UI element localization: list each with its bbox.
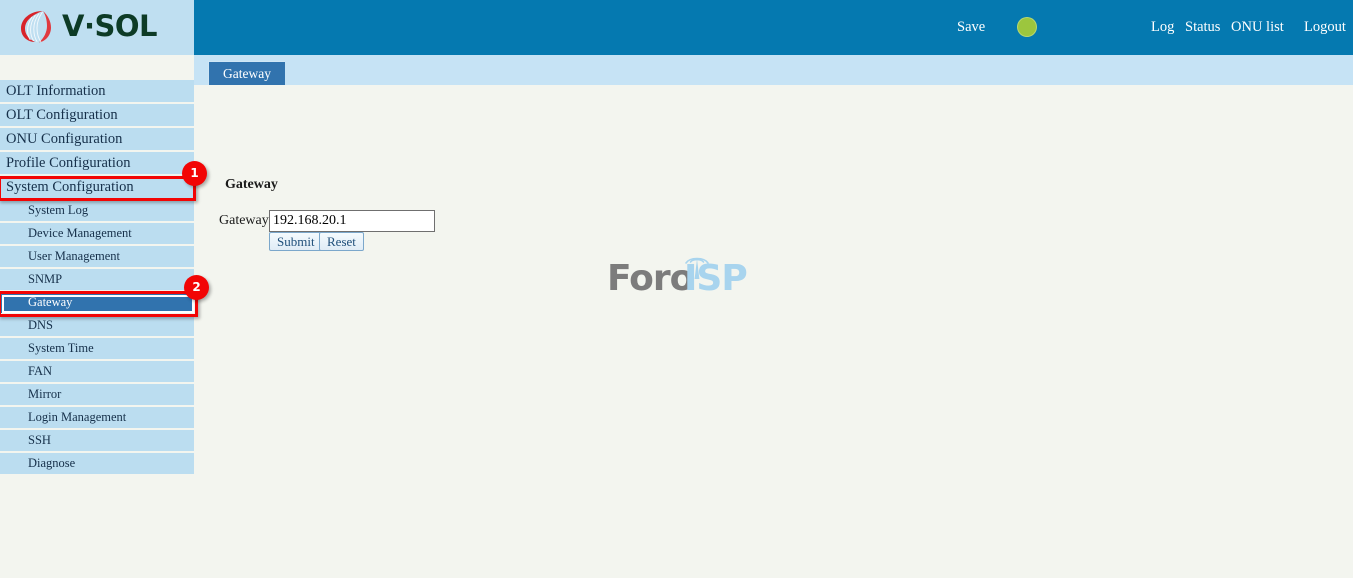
content-pane: Gateway Gateway Submit Reset Foro ISP	[194, 85, 1353, 578]
brand-logo[interactable]: V·SOL	[18, 8, 157, 44]
green-status-dot	[1018, 18, 1036, 36]
sidebar-item-dns[interactable]: DNS	[0, 315, 194, 338]
reset-button[interactable]: Reset	[319, 232, 364, 251]
tab-bar: Gateway	[194, 55, 1353, 85]
foroisp-watermark: Foro ISP	[607, 253, 753, 299]
sidebar-item-profile-configuration[interactable]: Profile Configuration	[0, 152, 194, 176]
sidebar-item-system-time[interactable]: System Time	[0, 338, 194, 361]
sidebar-item-gateway[interactable]: Gateway	[0, 292, 194, 315]
watermark-text-isp: ISP	[684, 258, 748, 299]
sidebar-item-ssh[interactable]: SSH	[0, 430, 194, 453]
sidebar-navigation: OLT Information OLT Configuration ONU Co…	[0, 80, 194, 476]
onu-list-link[interactable]: ONU list	[1231, 19, 1284, 35]
top-header-bar: Save Log Status ONU list Logout	[194, 0, 1353, 55]
sidebar-item-olt-information[interactable]: OLT Information	[0, 80, 194, 104]
watermark-text-foro: Foro	[607, 258, 694, 299]
status-link[interactable]: Status	[1185, 19, 1220, 35]
sidebar-item-system-log[interactable]: System Log	[0, 200, 194, 223]
sidebar-item-olt-configuration[interactable]: OLT Configuration	[0, 104, 194, 128]
sidebar-item-diagnose[interactable]: Diagnose	[0, 453, 194, 476]
save-button[interactable]: Save	[957, 19, 985, 35]
sidebar-item-mirror[interactable]: Mirror	[0, 384, 194, 407]
log-link[interactable]: Log	[1151, 19, 1174, 35]
sidebar-item-device-management[interactable]: Device Management	[0, 223, 194, 246]
submit-button[interactable]: Submit	[269, 232, 323, 251]
sidebar-item-fan[interactable]: FAN	[0, 361, 194, 384]
logo-panel: V·SOL	[0, 0, 194, 55]
page-title: Gateway	[225, 177, 278, 192]
sidebar-item-user-management[interactable]: User Management	[0, 246, 194, 269]
vsol-shell-icon	[18, 8, 54, 44]
gateway-input[interactable]	[269, 210, 435, 232]
sidebar-item-system-configuration[interactable]: System Configuration	[0, 176, 194, 200]
sidebar-item-snmp[interactable]: SNMP	[0, 269, 194, 292]
brand-name: V·SOL	[62, 8, 157, 43]
sidebar-item-onu-configuration[interactable]: ONU Configuration	[0, 128, 194, 152]
sidebar-item-login-management[interactable]: Login Management	[0, 407, 194, 430]
logout-link[interactable]: Logout	[1304, 19, 1346, 35]
tab-gateway[interactable]: Gateway	[208, 61, 285, 85]
gateway-field-label: Gateway	[219, 213, 269, 228]
